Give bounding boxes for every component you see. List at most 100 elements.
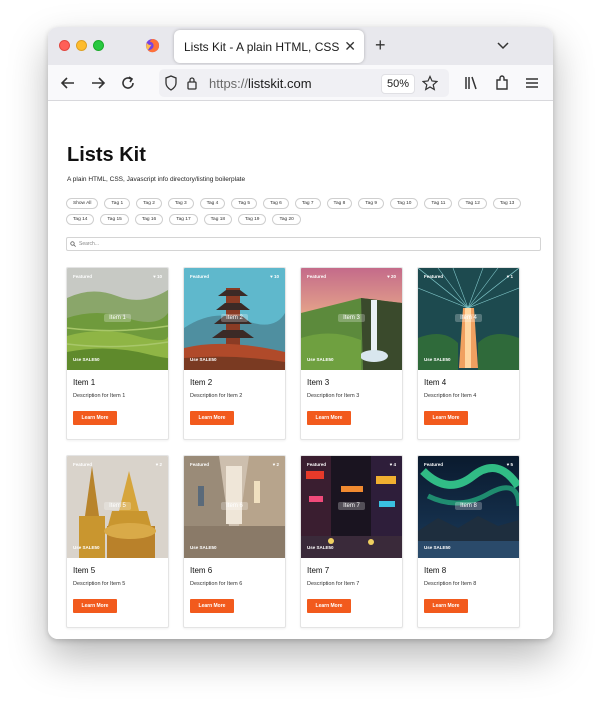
likes-count[interactable]: ♥ 2 (273, 462, 279, 467)
lock-icon[interactable] (186, 75, 198, 91)
library-icon[interactable] (462, 73, 482, 93)
promo-code: Use SALE50 (424, 545, 451, 550)
featured-badge: Featured (190, 462, 210, 467)
close-tab-icon[interactable]: ✕ (344, 38, 356, 54)
image-overlay-label: Item 1 (67, 314, 168, 322)
tag-chip[interactable]: Tag 12 (458, 198, 487, 209)
featured-badge: Featured (424, 462, 444, 467)
tab-title: Lists Kit - A plain HTML, CSS, Javascrip… (184, 40, 339, 54)
tag-chip[interactable]: Tag 2 (136, 198, 162, 209)
featured-badge: Featured (307, 462, 327, 467)
url-bar[interactable]: https://listskit.com 50% (159, 69, 449, 97)
promo-code: Use SALE50 (424, 357, 451, 362)
tag-chip[interactable]: Tag 5 (231, 198, 258, 209)
page-title: Lists Kit (67, 144, 146, 166)
tag-chip[interactable]: Tag 4 (199, 198, 226, 209)
tag-chip[interactable]: Tag 20 (272, 214, 301, 225)
learn-more-button[interactable]: Learn More (190, 599, 234, 613)
menu-icon[interactable] (522, 73, 542, 93)
nav-bar: https://listskit.com 50% (48, 65, 553, 101)
tag-chip[interactable]: Tag 10 (390, 198, 419, 209)
likes-count[interactable]: ♥ 4 (390, 462, 396, 467)
likes-count[interactable]: ♥ 10 (270, 274, 279, 279)
reload-icon[interactable] (118, 73, 138, 93)
tag-chip[interactable]: Tag 11 (424, 198, 453, 209)
card-title: Item 5 (73, 566, 96, 575)
promo-code: Use SALE50 (307, 545, 334, 550)
promo-code: Use SALE50 (307, 357, 334, 362)
listing-card[interactable]: Featured ♥ 10 Item 2 Use SALE50 Item 2 Descri… (183, 267, 286, 440)
forward-arrow-icon[interactable] (88, 73, 108, 93)
likes-count[interactable]: ♥ 10 (153, 274, 162, 279)
url-text[interactable]: https://listskit.com (209, 76, 312, 91)
zoom-window-button[interactable] (93, 40, 104, 51)
tag-chip[interactable]: Tag 9 (358, 198, 385, 209)
tag-chip[interactable]: Tag 16 (134, 214, 164, 225)
tab-active[interactable]: Lists Kit - A plain HTML, CSS, Javascrip… (174, 30, 364, 63)
extensions-icon[interactable] (492, 73, 512, 93)
learn-more-button[interactable]: Learn More (424, 411, 468, 425)
featured-badge: Featured (307, 274, 327, 279)
tab-bar: Lists Kit - A plain HTML, CSS, Javascrip… (48, 27, 553, 65)
likes-count[interactable]: ♥ 1 (507, 274, 513, 279)
card-title: Item 3 (307, 378, 330, 387)
card-description: Description for Item 7 (307, 581, 360, 587)
listing-card[interactable]: Featured ♥ 20 Item 3 Use SALE50 Item 3 Descri… (300, 267, 403, 440)
likes-count[interactable]: ♥ 5 (507, 462, 513, 467)
featured-badge: Featured (190, 274, 210, 279)
tag-chip[interactable]: Tag 15 (100, 214, 129, 225)
search-icon (70, 241, 76, 247)
firefox-icon (145, 38, 160, 53)
shield-icon[interactable] (164, 75, 178, 91)
close-window-button[interactable] (59, 40, 70, 51)
url-scheme: https:// (209, 76, 249, 91)
new-tab-button[interactable]: + (375, 35, 386, 55)
learn-more-button[interactable]: Learn More (307, 599, 351, 613)
featured-badge: Featured (424, 274, 444, 279)
promo-code: Use SALE50 (190, 357, 217, 362)
minimize-window-button[interactable] (76, 40, 87, 51)
image-overlay-label: Item 5 (67, 502, 168, 510)
listing-card[interactable]: Featured ♥ 5 Item 8 Use SALE50 Item 8 Descrip… (417, 455, 520, 628)
search-input[interactable]: Search... (66, 237, 541, 251)
likes-count[interactable]: ♥ 20 (387, 274, 396, 279)
likes-count[interactable]: ♥ 2 (156, 462, 162, 467)
listing-card[interactable]: Featured ♥ 4 Item 7 Use SALE50 Item 7 Descrip… (300, 455, 403, 628)
learn-more-button[interactable]: Learn More (424, 599, 468, 613)
tag-chip[interactable]: Tag 6 (263, 198, 289, 209)
tag-chip[interactable]: Tag 18 (203, 214, 233, 225)
learn-more-button[interactable]: Learn More (190, 411, 234, 425)
page-viewport: Lists Kit A plain HTML, CSS, Javascript … (48, 101, 553, 639)
listing-card[interactable]: Featured ♥ 10 Item 1 Use SALE50 Item 1 Descri… (66, 267, 169, 440)
image-overlay-label: Item 3 (301, 314, 402, 322)
learn-more-button[interactable]: Learn More (73, 599, 117, 613)
tag-chip[interactable]: Tag 8 (326, 198, 353, 209)
listing-card[interactable]: Featured ♥ 2 Item 6 Use SALE50 Item 6 Descrip… (183, 455, 286, 628)
listing-card[interactable]: Featured ♥ 1 Item 4 Use SALE50 Item 4 Descrip… (417, 267, 520, 440)
learn-more-button[interactable]: Learn More (307, 411, 351, 425)
image-overlay-label: Item 7 (301, 502, 402, 510)
zoom-indicator[interactable]: 50% (381, 74, 416, 94)
card-description: Description for Item 4 (424, 393, 477, 399)
image-overlay-label: Item 8 (418, 502, 519, 510)
bookmark-star-icon[interactable] (422, 75, 438, 91)
tag-show-all[interactable]: Show All (66, 198, 99, 209)
back-arrow-icon[interactable] (58, 73, 78, 93)
tag-chip[interactable]: Tag 17 (169, 214, 198, 225)
chevron-down-icon[interactable] (496, 38, 510, 52)
learn-more-button[interactable]: Learn More (73, 411, 117, 425)
tag-chip[interactable]: Tag 14 (66, 214, 95, 225)
card-description: Description for Item 5 (73, 581, 126, 587)
tag-chip[interactable]: Tag 1 (104, 198, 131, 209)
tag-chip[interactable]: Tag 19 (238, 214, 267, 225)
image-overlay-label: Item 2 (184, 314, 285, 322)
card-title: Item 8 (424, 566, 447, 575)
page-subtitle: A plain HTML, CSS, Javascript info direc… (67, 176, 246, 183)
listing-card[interactable]: Featured ♥ 2 Item 5 Use SALE50 Item 5 Descrip… (66, 455, 169, 628)
tag-chip[interactable]: Tag 3 (167, 198, 194, 209)
promo-code: Use SALE50 (73, 545, 100, 550)
promo-code: Use SALE50 (190, 545, 217, 550)
tag-chip[interactable]: Tag 13 (492, 198, 522, 209)
tag-chip[interactable]: Tag 7 (294, 198, 321, 209)
image-overlay-label: Item 6 (184, 502, 285, 510)
